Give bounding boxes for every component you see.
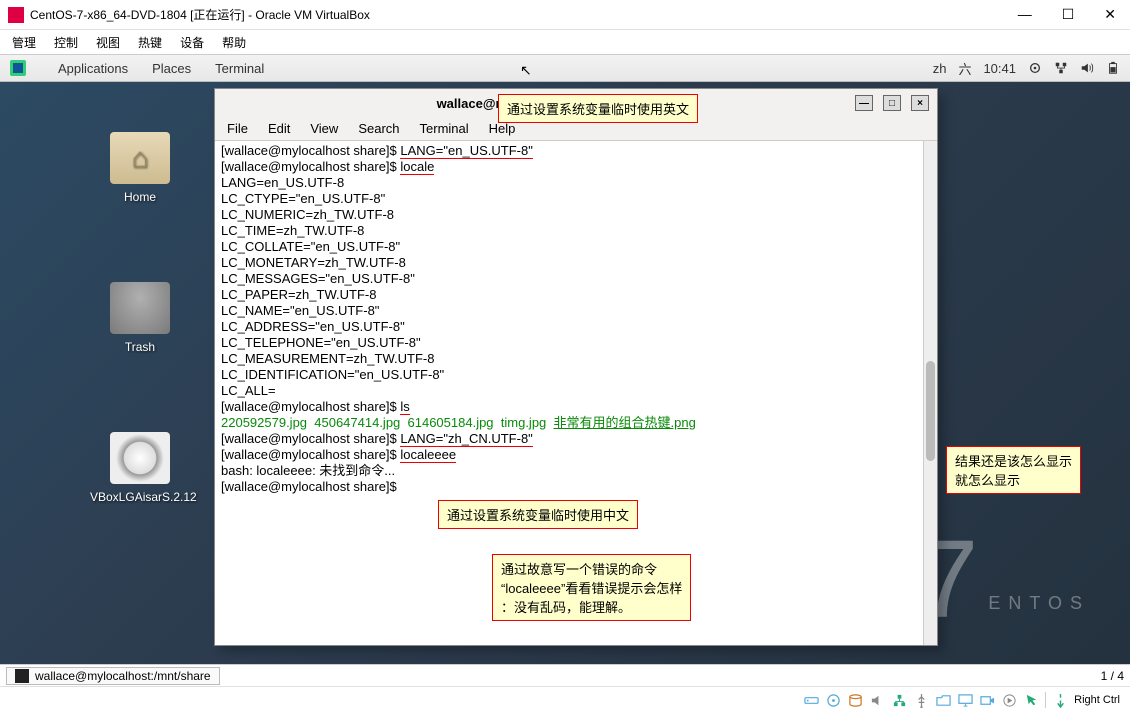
home-folder-icon[interactable]: Home — [90, 132, 190, 204]
centos-watermark: 7ENTOS — [917, 536, 1090, 624]
terminal-menu-file[interactable]: File — [227, 121, 248, 136]
keyboard-capture-icon[interactable] — [1052, 692, 1068, 708]
maximize-button[interactable]: ☐ — [1056, 6, 1081, 23]
power-icon[interactable] — [1028, 61, 1042, 75]
applications-icon — [10, 60, 26, 76]
workspace-indicator[interactable]: 1 / 4 — [1101, 669, 1124, 683]
host-window-title: CentOS-7-x86_64-DVD-1804 [正在运行] - Oracle… — [30, 6, 1012, 23]
cd-icon — [110, 432, 170, 484]
terminal-menu-help[interactable]: Help — [489, 121, 516, 136]
shared-folders-icon[interactable] — [935, 692, 951, 708]
network-icon[interactable] — [1054, 61, 1068, 75]
minimize-button[interactable]: — — [1012, 6, 1038, 23]
terminal-close-button[interactable]: × — [911, 95, 929, 111]
home-label: Home — [90, 190, 190, 204]
volume-icon[interactable] — [1080, 61, 1094, 75]
terminal-menu-terminal[interactable]: Terminal — [420, 121, 469, 136]
gnome-top-bar: Applications Places Terminal zh 六 10:41 — [0, 54, 1130, 82]
trash-label: Trash — [90, 340, 190, 354]
host-key-indicator[interactable]: Right Ctrl — [1074, 694, 1120, 706]
folder-icon — [110, 132, 170, 184]
applications-menu[interactable]: Applications — [58, 61, 128, 76]
day-indicator[interactable]: 六 — [958, 59, 971, 78]
display-status-icon[interactable] — [957, 692, 973, 708]
annotation-chinese-env: 通过设置系统变量临时使用中文 — [438, 500, 638, 529]
disc-icon[interactable]: VBoxLGAisarS.2.12 — [90, 432, 190, 504]
terminal-menu-search[interactable]: Search — [358, 121, 399, 136]
trash-icon[interactable]: Trash — [90, 282, 190, 354]
annotation-display-result: 结果还是该怎么显示 就怎么显示 — [946, 446, 1081, 494]
audio-status-icon[interactable] — [869, 692, 885, 708]
hdd-activity-icon[interactable] — [803, 692, 819, 708]
terminal-maximize-button[interactable]: □ — [883, 95, 901, 111]
vbox-menu-help[interactable]: 帮助 — [222, 34, 246, 51]
gnome-taskbar: wallace@mylocalhost:/mnt/share 1 / 4 — [0, 664, 1130, 686]
scrollbar-thumb[interactable] — [926, 361, 935, 461]
trash-bin-icon — [110, 282, 170, 334]
terminal-menu[interactable]: Terminal — [215, 61, 264, 76]
close-button[interactable]: ✕ — [1098, 6, 1122, 23]
taskbar-terminal-button[interactable]: wallace@mylocalhost:/mnt/share — [6, 667, 220, 685]
places-menu[interactable]: Places — [152, 61, 191, 76]
vm-state-icon[interactable] — [1001, 692, 1017, 708]
vbox-menu-view[interactable]: 视图 — [96, 34, 120, 51]
virtualbox-menubar: 管理 控制 视图 热键 设备 帮助 — [0, 30, 1130, 54]
virtualbox-statusbar: Right Ctrl — [0, 686, 1130, 713]
terminal-minimize-button[interactable]: — — [855, 95, 873, 111]
disc-label: VBoxLGAisarS.2.12 — [90, 490, 190, 504]
taskbar-terminal-label: wallace@mylocalhost:/mnt/share — [35, 669, 211, 683]
mouse-integration-icon[interactable] — [1023, 692, 1039, 708]
vbox-menu-hotkey[interactable]: 热键 — [138, 34, 162, 51]
virtualbox-icon — [8, 7, 24, 23]
battery-icon[interactable] — [1106, 61, 1120, 75]
input-method-indicator[interactable]: zh — [933, 61, 947, 76]
host-window-titlebar: CentOS-7-x86_64-DVD-1804 [正在运行] - Oracle… — [0, 0, 1130, 30]
clock[interactable]: 10:41 — [983, 61, 1016, 76]
annotation-bad-command: 通过故意写一个错误的命令 “localeeee”看看错误提示会怎样 ：没有乱码，… — [492, 554, 691, 621]
status-divider — [1045, 692, 1046, 708]
usb-status-icon[interactable] — [913, 692, 929, 708]
optical-drive-icon[interactable] — [825, 692, 841, 708]
terminal-scrollbar[interactable] — [923, 141, 937, 645]
network-status-icon[interactable] — [891, 692, 907, 708]
terminal-menu-edit[interactable]: Edit — [268, 121, 290, 136]
storage-icon[interactable] — [847, 692, 863, 708]
vbox-menu-manage[interactable]: 管理 — [12, 34, 36, 51]
terminal-task-icon — [15, 669, 29, 683]
vbox-menu-control[interactable]: 控制 — [54, 34, 78, 51]
window-controls: — ☐ ✕ — [1012, 6, 1122, 23]
terminal-menu-view[interactable]: View — [310, 121, 338, 136]
vbox-menu-devices[interactable]: 设备 — [180, 34, 204, 51]
annotation-english-env: 通过设置系统变量临时使用英文 — [498, 94, 698, 123]
desktop[interactable]: 7ENTOS Home Trash VBoxLGAisarS.2.12 wall… — [0, 82, 1130, 664]
recording-status-icon[interactable] — [979, 692, 995, 708]
